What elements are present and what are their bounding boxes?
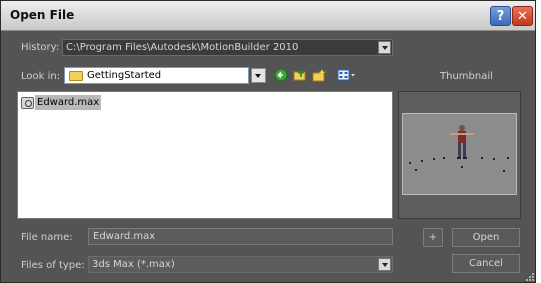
add-button[interactable]: + — [423, 228, 443, 247]
title-bar[interactable]: Open File ? ✕ — [1, 1, 535, 31]
open-file-dialog: Open File ? ✕ History: C:\Program Files\… — [0, 0, 536, 283]
back-icon[interactable] — [274, 68, 288, 82]
folder-icon — [69, 71, 83, 81]
file-type-value: 3ds Max (*.max) — [92, 259, 175, 270]
max-file-icon — [21, 96, 34, 109]
chevron-down-icon[interactable] — [378, 41, 391, 54]
resize-grip-icon[interactable] — [525, 272, 535, 282]
dialog-title: Open File — [10, 8, 75, 22]
new-folder-icon[interactable] — [312, 68, 326, 82]
thumbnail-label: Thumbnail — [440, 71, 493, 82]
chevron-down-icon[interactable] — [378, 258, 391, 271]
file-type-dropdown[interactable]: 3ds Max (*.max) — [88, 256, 393, 273]
character-figure-icon — [450, 125, 474, 159]
cancel-button[interactable]: Cancel — [452, 254, 520, 273]
view-menu-icon[interactable] — [337, 68, 357, 82]
open-button[interactable]: Open — [452, 228, 520, 247]
file-name-input[interactable]: Edward.max — [88, 228, 393, 245]
file-name-text: Edward.max — [35, 95, 102, 110]
thumbnail-preview — [398, 91, 521, 219]
up-folder-icon[interactable] — [293, 68, 307, 82]
history-dropdown[interactable]: C:\Program Files\Autodesk\MotionBuilder … — [62, 39, 393, 56]
history-label: History: — [21, 42, 60, 53]
file-name-label: File name: — [21, 232, 73, 243]
look-in-value: GettingStarted — [87, 70, 162, 81]
look-in-label: Look in: — [21, 71, 61, 82]
history-value: C:\Program Files\Autodesk\MotionBuilder … — [66, 42, 299, 53]
file-list[interactable]: Edward.max — [17, 91, 393, 219]
file-type-label: Files of type: — [21, 260, 85, 271]
list-item[interactable]: Edward.max — [21, 95, 102, 110]
look-in-dropdown[interactable]: GettingStarted — [64, 67, 249, 84]
help-button[interactable]: ? — [490, 6, 511, 26]
close-button[interactable]: ✕ — [512, 6, 533, 26]
chevron-down-icon[interactable] — [251, 68, 266, 83]
thumbnail-image — [402, 113, 517, 195]
